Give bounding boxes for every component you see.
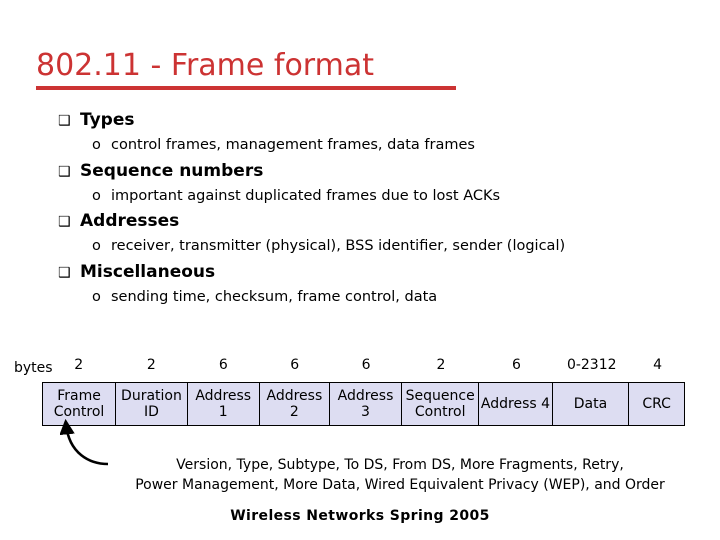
frame-field-cell: Data (553, 383, 630, 425)
title-underline-rule (36, 86, 456, 90)
frame-field-cell: Address 1 (188, 383, 260, 425)
bullet-item: ❑ Types (58, 112, 678, 129)
sub-bullet-item: o receiver, transmitter (physical), BSS … (92, 239, 678, 254)
field-size: 6 (512, 357, 521, 373)
bullet-label: Addresses (80, 211, 180, 231)
frame-field-cell: Address 3 (330, 383, 402, 425)
sub-bullet-label: control frames, management frames, data … (111, 137, 475, 153)
frame-field-cell: CRC (642, 395, 671, 412)
circle-bullet-icon: o (92, 238, 101, 254)
slide-footer: Wireless Networks Spring 2005 (230, 508, 490, 524)
sub-bullet-item: o sending time, checksum, frame control,… (92, 288, 678, 305)
field-size: 4 (653, 357, 663, 373)
field-size: 6 (361, 357, 371, 373)
bullet-list: ❑ Types o control frames, management fra… (58, 112, 678, 314)
sub-bullet-label: important against duplicated frames due … (111, 187, 501, 204)
field-size: 6 (218, 357, 228, 373)
bullet-item: ❑ Miscellaneous (58, 261, 678, 282)
field-size: 0-2312 (566, 357, 617, 373)
field-size-row: 2 2 6 6 6 2 6 0-2312 4 (42, 357, 685, 373)
bullet-label: Miscellaneous (80, 261, 216, 282)
circle-bullet-icon: o (92, 137, 101, 153)
frame-field-cell: Sequence Control (402, 383, 480, 425)
sub-bullet-label: receiver, transmitter (physical), BSS id… (111, 238, 566, 254)
annotation-line-1: Version, Type, Subtype, To DS, From DS, … (176, 457, 624, 473)
circle-bullet-icon: o (92, 187, 101, 204)
sub-bullet-item: o control frames, management frames, dat… (92, 138, 678, 153)
square-bullet-icon: ❑ (58, 113, 71, 129)
bullet-item: ❑ Sequence numbers (58, 160, 678, 181)
field-size: 2 (146, 357, 156, 373)
circle-bullet-icon: o (92, 288, 101, 305)
annotation-line-2: Power Management, More Data, Wired Equiv… (135, 477, 665, 494)
bullet-label: Types (80, 110, 135, 130)
frame-field-cell: Address 4 (479, 383, 553, 425)
field-size: 2 (436, 357, 446, 373)
sub-bullet-label: sending time, checksum, frame control, d… (111, 288, 438, 305)
bullet-item: ❑ Addresses (58, 213, 678, 230)
field-size: 2 (74, 357, 84, 373)
square-bullet-icon: ❑ (58, 214, 71, 230)
field-size: 6 (290, 357, 300, 373)
square-bullet-icon: ❑ (58, 264, 71, 281)
square-bullet-icon: ❑ (58, 163, 71, 180)
frame-control-annotation: Version, Type, Subtype, To DS, From DS, … (115, 455, 685, 496)
sub-bullet-item: o important against duplicated frames du… (92, 187, 678, 204)
page-title: 802.11 - Frame format (36, 48, 374, 83)
frame-field-cell: Address 2 (260, 383, 331, 425)
bullet-label: Sequence numbers (80, 160, 264, 181)
